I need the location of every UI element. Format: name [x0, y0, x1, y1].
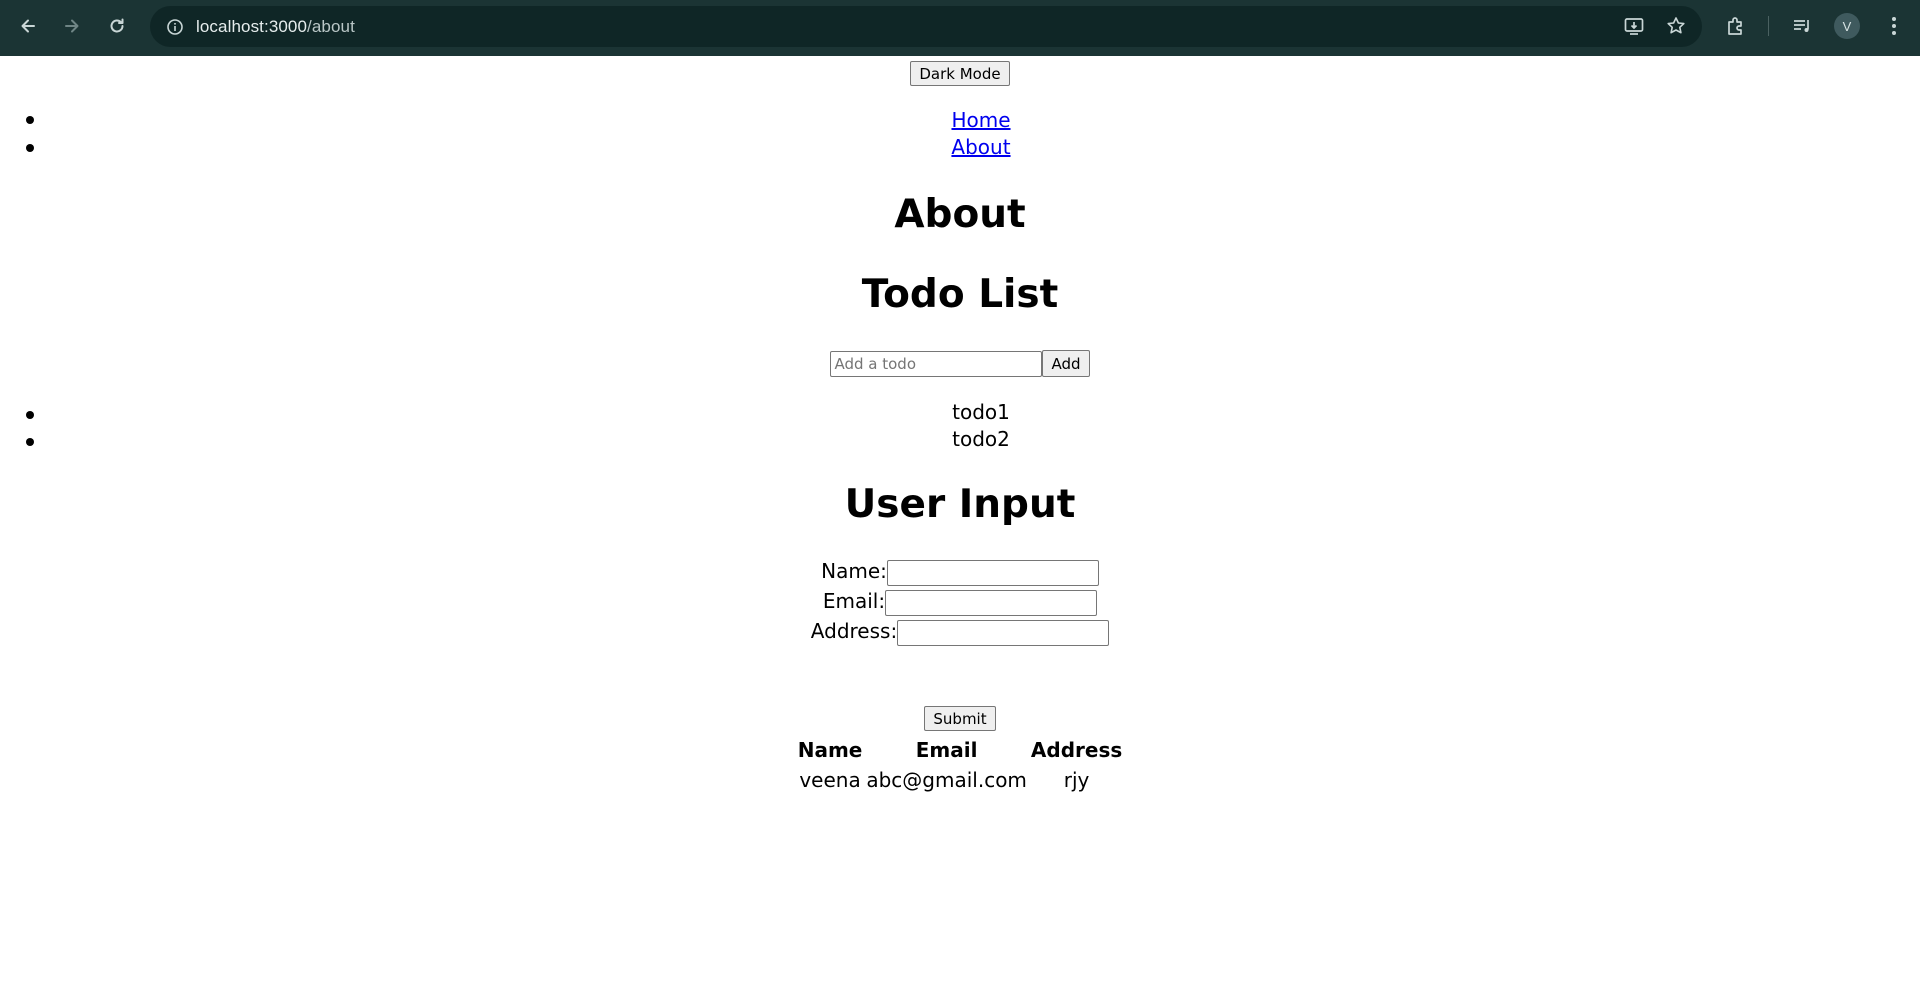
address-label: Address: [810, 619, 898, 643]
cell-email: abc@gmail.com [866, 768, 1027, 792]
todo-item: todo1 [0, 400, 1920, 424]
address-bar[interactable]: localhost:3000/about [150, 6, 1702, 47]
users-table-wrap: Name Email Address veena abc@gmail.com r… [0, 738, 1920, 792]
forward-arrow-icon [62, 16, 82, 36]
cell-name: veena [799, 768, 861, 792]
todo-heading-wrap: Todo List [0, 272, 1920, 317]
todo-item: todo2 [0, 427, 1920, 451]
menu-kebab-icon[interactable] [1880, 12, 1908, 40]
about-heading-wrap: About [0, 192, 1920, 237]
table-row: veena abc@gmail.com rjy [796, 762, 1125, 792]
url-text: localhost:3000/about [196, 17, 355, 37]
todo-input[interactable] [830, 350, 1043, 377]
avatar: V [1834, 13, 1860, 39]
toolbar-divider [1768, 16, 1769, 36]
site-info-icon[interactable] [160, 12, 190, 42]
address-field[interactable] [897, 620, 1110, 646]
column-header-name: Name [797, 738, 863, 762]
back-button[interactable] [8, 6, 48, 46]
url-path: /about [307, 16, 355, 36]
user-input-heading: User Input [844, 482, 1076, 527]
media-controls-icon[interactable] [1788, 12, 1816, 40]
nav-item-about: About [0, 135, 1920, 159]
table-header-row: Name Email Address [796, 738, 1125, 762]
users-table: Name Email Address veena abc@gmail.com r… [796, 738, 1125, 792]
page-content: Dark Mode Home About About Todo List Add… [0, 56, 1920, 983]
nav-link-home[interactable]: Home [951, 108, 1010, 132]
back-arrow-icon [18, 16, 38, 36]
nav-link-about[interactable]: About [951, 135, 1010, 159]
bookmark-star-icon[interactable] [1662, 12, 1690, 40]
cell-address: rjy [1063, 768, 1090, 792]
name-field[interactable] [886, 560, 1099, 586]
reload-button[interactable] [97, 6, 137, 46]
name-label: Name: [821, 559, 887, 583]
browser-toolbar: localhost:3000/about V [0, 0, 1920, 56]
column-header-email: Email [915, 738, 978, 762]
name-row: Name: [0, 559, 1920, 586]
submit-button[interactable]: Submit [924, 706, 996, 731]
reload-icon [107, 16, 127, 36]
address-row: Address: [0, 619, 1920, 646]
todo-item-text: todo1 [952, 400, 1010, 424]
todo-input-row: Add [0, 350, 1920, 377]
todo-list-heading: Todo List [861, 272, 1059, 317]
email-field[interactable] [885, 590, 1098, 616]
install-app-icon[interactable] [1620, 12, 1648, 40]
url-host: localhost:3000 [196, 16, 308, 36]
profile-button[interactable]: V [1833, 12, 1861, 40]
extensions-icon[interactable] [1722, 12, 1750, 40]
dark-mode-button[interactable]: Dark Mode [910, 61, 1010, 86]
page-title: About [894, 192, 1026, 237]
column-header-address: Address [1030, 738, 1123, 762]
forward-button[interactable] [52, 6, 92, 46]
submit-row: Submit [0, 706, 1920, 731]
email-label: Email: [822, 589, 886, 613]
nav-item-home: Home [0, 108, 1920, 132]
user-input-heading-wrap: User Input [0, 482, 1920, 527]
dark-mode-row: Dark Mode [0, 61, 1920, 86]
todo-item-text: todo2 [952, 427, 1010, 451]
email-row: Email: [0, 589, 1920, 616]
add-todo-button[interactable]: Add [1042, 350, 1090, 377]
